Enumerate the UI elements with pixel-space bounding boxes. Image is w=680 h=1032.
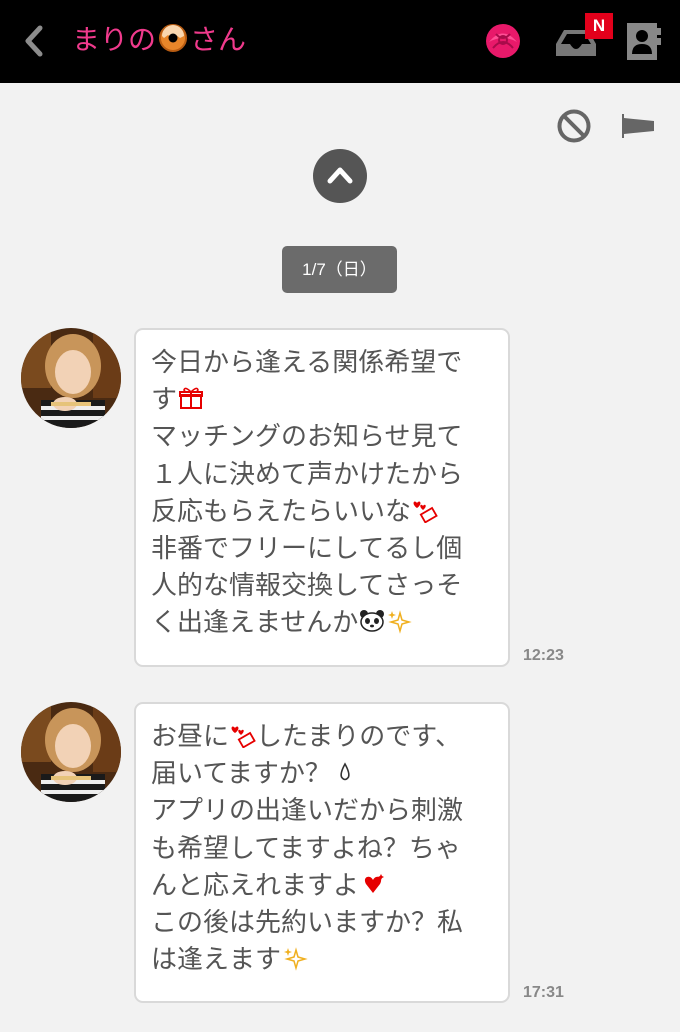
message-line: 届いてますか？ [151,759,331,790]
message-line: く出逢えませんか [151,608,359,639]
partner-name-suffix: さん [190,23,247,56]
message-line: 今日から逢える関係希望で [151,348,463,378]
partner-name-prefix: まりの [72,23,157,56]
new-notification-badge: N [585,13,613,39]
message-bubble: お昼に したまりのです、 届いてますか？ アプリの出逢いだから刺激 も希望してま… [134,702,510,1003]
flag-icon [622,114,654,138]
message-line: 反応もらえたらいいな [151,496,412,527]
message-line: １人に決めて声かけたから [151,459,464,490]
rose-gift-button[interactable] [482,20,524,62]
message-line: す [151,385,178,416]
sparkling-heart-emoji-icon [364,873,385,893]
hearts-letter-emoji-icon [231,726,256,748]
sparkle-emoji-icon [388,610,412,635]
message-line: も希望してますよね？ちゃ [151,833,461,864]
block-user-button[interactable] [556,108,592,144]
message-line: んと応えれますよ [151,870,360,901]
sparkle-emoji-icon [284,947,308,971]
message-line: アプリの出逢いだから刺激 [151,796,464,827]
hearts-letter-emoji-icon [413,501,438,523]
profile-card-icon [627,23,661,60]
back-button[interactable] [18,22,52,60]
chevron-left-icon [25,25,43,57]
rose-icon [486,24,520,58]
gift-emoji-icon [179,387,204,410]
avatar-photo [21,702,121,802]
load-older-messages-button[interactable] [313,149,367,203]
top-bar: まりの さん N [0,0,680,83]
date-separator: 1/7（日） [282,246,397,293]
message-bubble: 今日から逢える関係希望で す マッチングのお知らせ見て １人に決めて声かけたから… [134,328,510,667]
message-line: 人的な情報交換してさっそ [151,571,463,602]
profile-button[interactable] [624,20,664,62]
chat-partner-name: まりの さん [72,20,246,60]
message-line: この後は先約いますか？私 [151,907,464,938]
sender-avatar[interactable] [21,328,121,428]
avatar-photo [21,328,121,428]
message-timestamp: 12:23 [523,647,564,664]
message-line: 非番でフリーにしてるし個 [151,533,463,564]
message-line: マッチングのお知らせ見て [151,422,463,453]
chevron-up-icon [327,167,353,184]
message-line: お昼に [151,722,230,752]
block-icon [557,109,591,143]
message-line: したまりのです、 [256,722,462,752]
message-timestamp: 17:31 [523,984,564,1001]
panda-emoji-icon [360,610,385,633]
report-button[interactable] [618,110,658,142]
message-line: は逢えます [151,945,282,976]
donut-emoji-icon [159,24,188,52]
sender-avatar[interactable] [21,702,121,802]
sweat-drop-emoji-icon [340,762,350,781]
